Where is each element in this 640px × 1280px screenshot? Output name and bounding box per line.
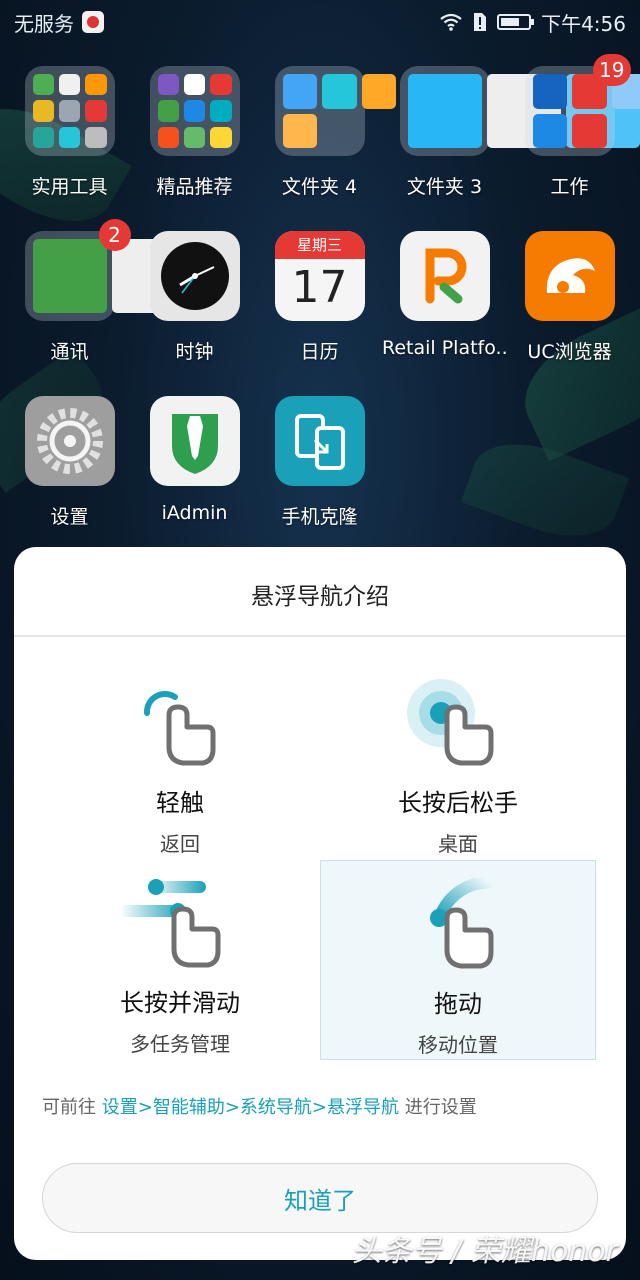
notification-badge: 19 xyxy=(593,54,631,86)
app-label: 精品推荐 xyxy=(156,176,233,198)
gesture-long-press: 长按后松手 桌面 xyxy=(320,677,596,877)
app-folder-recommended[interactable]: 精品推荐 xyxy=(132,66,257,199)
gesture-subtitle: 移动位置 xyxy=(418,1033,498,1057)
app-label: 文件夹 3 xyxy=(406,176,483,198)
watermark: 头条号 / 荣耀honor xyxy=(351,1234,618,1269)
gesture-drag[interactable]: 拖动 移动位置 xyxy=(320,860,596,1060)
phone-clone-icon xyxy=(274,396,365,486)
dialog-title: 悬浮导航介绍 xyxy=(251,584,389,610)
folder-icon xyxy=(24,66,115,156)
gesture-title: 拖动 xyxy=(434,990,482,1018)
gesture-subtitle: 返回 xyxy=(160,832,200,856)
app-label: 日历 xyxy=(300,341,339,363)
hint-suffix: 进行设置 xyxy=(404,1097,477,1118)
app-label: 时钟 xyxy=(175,341,214,363)
app-label: Retail Platfo.. xyxy=(382,337,508,359)
battery-icon xyxy=(497,14,535,30)
app-label: 手机克隆 xyxy=(281,506,358,528)
sim-alert-icon xyxy=(474,13,487,31)
app-iadmin[interactable]: iAdmin xyxy=(132,396,257,524)
clock-icon xyxy=(149,231,240,321)
app-phone-clone[interactable]: 手机克隆 xyxy=(257,396,382,529)
settings-hint: 可前往 设置>智能辅助>系统导航>悬浮导航 进行设置 xyxy=(42,1093,477,1119)
tap-icon xyxy=(143,690,216,766)
folder-icon xyxy=(399,66,640,156)
confirm-button[interactable]: 知道了 xyxy=(42,1163,598,1233)
clock-time: 下午4:56 xyxy=(541,11,626,36)
app-label: 文件夹 4 xyxy=(281,176,358,198)
gesture-subtitle: 多任务管理 xyxy=(130,1032,230,1056)
app-label: 工作 xyxy=(550,176,589,198)
folder-icon xyxy=(274,66,396,156)
retail-icon xyxy=(399,231,490,321)
app-label: iAdmin xyxy=(161,502,228,524)
wifi-icon xyxy=(440,13,462,31)
folder-icon: 19 xyxy=(524,54,640,156)
carrier-label: 无服务 xyxy=(14,11,74,36)
folder-icon: 2 xyxy=(24,219,186,321)
notification-badge: 2 xyxy=(98,219,131,251)
app-clock[interactable]: 时钟 xyxy=(132,231,257,364)
folder-icon xyxy=(149,66,240,156)
settings-path-link[interactable]: 设置>智能辅助>系统导航>悬浮导航 xyxy=(102,1097,399,1118)
app-label: UC浏览器 xyxy=(527,341,612,363)
gear-icon xyxy=(24,396,115,486)
hint-prefix: 可前往 xyxy=(42,1097,96,1118)
app-label: 设置 xyxy=(50,506,89,528)
calendar-day: 17 xyxy=(291,262,348,313)
app-retail-platform[interactable]: Retail Platfo.. xyxy=(382,231,508,359)
app-folder-work[interactable]: 19 工作 xyxy=(507,54,640,199)
app-settings[interactable]: 设置 xyxy=(7,396,132,529)
calendar-icon: 星期三 17 xyxy=(274,231,365,321)
gesture-tap: 轻触 返回 xyxy=(42,677,318,877)
app-folder-4[interactable]: 文件夹 4 xyxy=(257,66,396,199)
app-folder-3[interactable]: 文件夹 3 xyxy=(382,66,640,199)
long-press-slide-icon xyxy=(120,879,221,968)
long-press-icon xyxy=(407,679,494,766)
app-label: 实用工具 xyxy=(31,176,108,198)
drag-icon xyxy=(430,878,495,969)
shield-tie-icon xyxy=(149,396,240,486)
uc-browser-icon xyxy=(524,231,615,321)
app-folder-utilities[interactable]: 实用工具 xyxy=(7,66,132,199)
gesture-long-press-slide: 长按并滑动 多任务管理 xyxy=(42,877,318,1077)
status-bar: 无服务 下午4:56 xyxy=(0,0,640,44)
app-folder-communication[interactable]: 2 通讯 xyxy=(7,219,186,364)
app-label: 通讯 xyxy=(50,341,89,363)
gesture-subtitle: 桌面 xyxy=(438,832,478,856)
gesture-title: 长按并滑动 xyxy=(120,989,240,1017)
gesture-title: 长按后松手 xyxy=(398,789,518,817)
app-notification-icon xyxy=(82,11,104,33)
app-calendar[interactable]: 星期三 17 日历 xyxy=(257,231,382,364)
floating-navigation-intro-dialog: 悬浮导航介绍 轻触 返回 长按后松手 桌面 长按并滑动 多任务管理 拖动 移动位… xyxy=(14,547,626,1260)
divider xyxy=(14,635,626,637)
app-uc-browser[interactable]: UC浏览器 xyxy=(507,231,632,364)
calendar-weekday: 星期三 xyxy=(274,231,365,259)
gesture-title: 轻触 xyxy=(156,789,204,817)
